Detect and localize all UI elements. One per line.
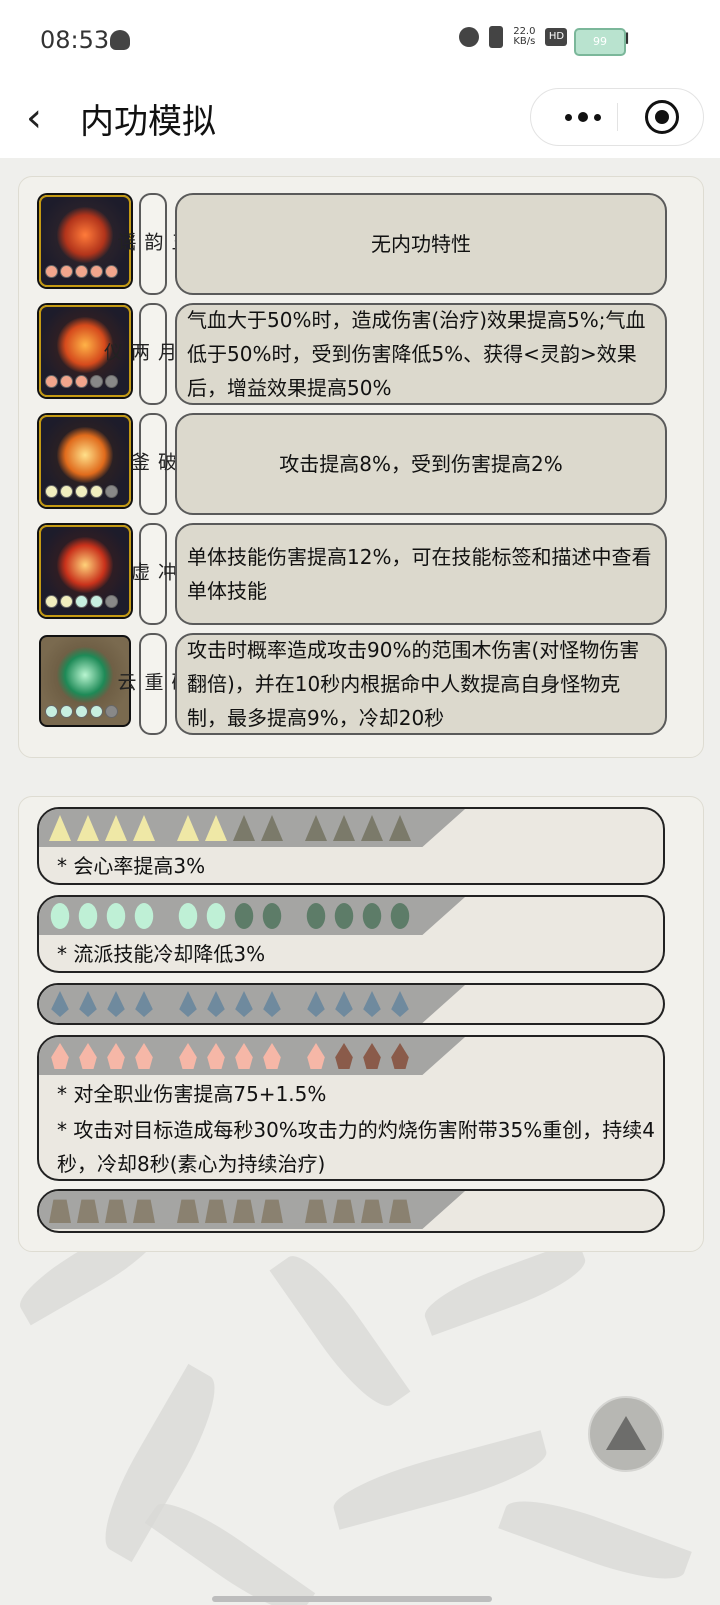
qq-penguin-icon	[110, 30, 130, 50]
skills-card: 五 韵 谣 无内功特性 日 月 两 仪 气血大于50%时，造成伤害(治疗)效果提…	[18, 176, 704, 758]
triangle-up-icon[interactable]	[588, 1396, 664, 1472]
wood-element-bar[interactable]: * 流派技能冷却降低3%	[37, 895, 665, 973]
skill-description-text: 攻击时概率造成攻击90%的范围木伤害(对怪物伤害翻倍)，并在10秒内根据命中人数…	[187, 638, 640, 730]
star-rating	[45, 265, 125, 281]
skill-description-text: 单体技能伤害提高12%，可在技能标签和描述中查看单体技能	[187, 545, 652, 603]
home-indicator	[212, 1596, 492, 1602]
status-bar: 08:53 22.0KB/s HD 5G▁▃▅▇ 99	[0, 0, 720, 82]
status-time: 08:53	[40, 26, 110, 54]
more-dots-icon[interactable]	[553, 89, 613, 145]
skill-description: 气血大于50%时，造成伤害(治疗)效果提高5%;气血低于50%时，受到伤害降低5…	[175, 303, 667, 405]
net-speed-unit: KB/s	[513, 36, 536, 47]
skill-description-text: 气血大于50%时，造成伤害(治疗)效果提高5%;气血低于50%时，受到伤害降低5…	[187, 308, 646, 400]
skill-name: 冲 虚	[128, 523, 177, 625]
skill-row[interactable]: 冲 虚 单体技能伤害提高12%，可在技能标签和描述中查看单体技能	[39, 523, 689, 627]
skill-description-text: 攻击提高8%，受到伤害提高2%	[279, 452, 563, 476]
hd-icon: HD	[545, 28, 568, 46]
element-effect-text: * 会心率提高3%	[57, 854, 206, 878]
star-rating	[45, 705, 125, 721]
element-effect-text: * 攻击对目标造成每秒30%攻击力的灼烧伤害附带35%重创，持续4秒，冷却8秒(…	[57, 1118, 655, 1176]
skill-name-text: 破 釜	[128, 451, 177, 477]
fire-element-bar[interactable]: * 对全职业伤害提高75+1.5% * 攻击对目标造成每秒30%攻击力的灼烧伤害…	[37, 1035, 665, 1181]
water-element-bar[interactable]	[37, 983, 665, 1025]
skill-row[interactable]: 破 重 云 攻击时概率造成攻击90%的范围木伤害(对怪物伤害翻倍)，并在10秒内…	[39, 633, 689, 737]
hd-label: HD	[548, 31, 565, 42]
bamboo-leaf-decoration	[418, 1240, 592, 1336]
flame-blade-icon	[39, 415, 131, 507]
skill-row[interactable]: 五 韵 谣 无内功特性	[39, 193, 689, 297]
skill-row[interactable]: 日 月 两 仪 气血大于50%时，造成伤害(治疗)效果提高5%;气血低于50%时…	[39, 303, 689, 407]
alarm-icon	[459, 27, 480, 47]
skill-name: 五 韵 谣	[115, 193, 191, 295]
skill-description-text: 无内功特性	[371, 232, 471, 256]
skill-name-text: 冲 虚	[128, 561, 177, 587]
element-effect-text: * 对全职业伤害提高75+1.5%	[57, 1082, 327, 1106]
vibrate-icon	[489, 26, 504, 48]
elements-card: * 会心率提高3% * 流派技能冷却降低3% * 对全职业伤害提高75+1.5%…	[18, 796, 704, 1252]
bamboo-leaf-decoration	[144, 1489, 316, 1605]
page-title: 内功模拟	[80, 102, 216, 142]
star-rating	[45, 485, 125, 501]
target-close-icon[interactable]	[645, 100, 679, 134]
fire-sun-icon	[39, 525, 131, 617]
skill-name: 日 月 两 仪	[101, 303, 204, 405]
skill-description: 单体技能伤害提高12%，可在技能标签和描述中查看单体技能	[175, 523, 667, 625]
skill-name: 破 釜	[128, 413, 177, 515]
skill-row[interactable]: 破 釜 攻击提高8%，受到伤害提高2%	[39, 413, 689, 517]
skill-name: 破 重 云	[115, 633, 191, 735]
battery-icon: 99	[574, 28, 626, 56]
metal-element-bar[interactable]: * 会心率提高3%	[37, 807, 665, 885]
skill-description: 攻击提高8%，受到伤害提高2%	[175, 413, 667, 515]
chevron-left-icon[interactable]: ‹	[26, 98, 42, 138]
star-rating	[45, 375, 125, 391]
bamboo-leaf-decoration	[269, 1244, 411, 1418]
bamboo-leaf-decoration	[498, 1486, 692, 1594]
skill-description: 无内功特性	[175, 193, 667, 295]
earth-element-bar[interactable]	[37, 1189, 665, 1233]
mini-program-capsule	[530, 88, 704, 146]
battery-level: 99	[593, 35, 607, 48]
content-area: 五 韵 谣 无内功特性 日 月 两 仪 气血大于50%时，造成伤害(治疗)效果提…	[0, 158, 720, 1605]
net-speed: 22.0 KB/s	[513, 27, 535, 47]
nav-bar: ‹ 内功模拟	[0, 82, 720, 158]
skill-description: 攻击时概率造成攻击90%的范围木伤害(对怪物伤害翻倍)，并在10秒内根据命中人数…	[175, 633, 667, 735]
star-rating	[45, 595, 125, 611]
element-effect-text: * 流派技能冷却降低3%	[57, 942, 266, 966]
capsule-divider	[617, 103, 618, 131]
